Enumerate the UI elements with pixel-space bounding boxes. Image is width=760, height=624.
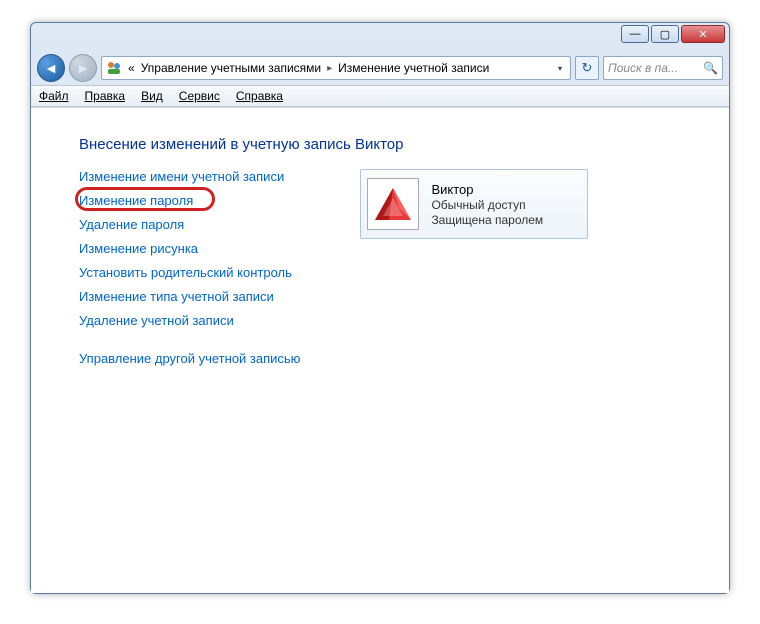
search-input[interactable]: Поиск в па... 🔍	[603, 56, 723, 80]
menu-file[interactable]: Файл	[39, 89, 69, 103]
menu-edit[interactable]: Правка	[85, 89, 126, 103]
nav-row: ◄ ► « Управление учетными записями ▸ Изм…	[31, 51, 729, 85]
back-button[interactable]: ◄	[37, 54, 65, 82]
search-placeholder: Поиск в па...	[608, 61, 678, 75]
close-button[interactable]: ✕	[681, 25, 725, 43]
origami-bird-icon	[369, 180, 417, 228]
search-icon: 🔍	[703, 61, 718, 75]
menu-view[interactable]: Вид	[141, 89, 163, 103]
avatar	[367, 178, 419, 230]
breadcrumb-chevrons: «	[128, 61, 135, 75]
link-change-password[interactable]: Изменение пароля	[79, 193, 300, 208]
menu-tools[interactable]: Сервис	[179, 89, 220, 103]
user-card: Виктор Обычный доступ Защищена паролем	[360, 169, 588, 239]
user-info: Виктор Обычный доступ Защищена паролем	[431, 182, 543, 227]
accounts-icon	[106, 60, 122, 76]
link-remove-password[interactable]: Удаление пароля	[79, 217, 300, 232]
explorer-window: — ▢ ✕ ◄ ► « Управление учетными записями…	[30, 22, 730, 594]
link-change-picture[interactable]: Изменение рисунка	[79, 241, 300, 256]
minimize-button[interactable]: —	[621, 25, 649, 43]
link-delete-account[interactable]: Удаление учетной записи	[79, 313, 300, 328]
link-change-name[interactable]: Изменение имени учетной записи	[79, 169, 300, 184]
refresh-button[interactable]: ↻	[575, 56, 599, 80]
address-dropdown-icon[interactable]: ▾	[554, 64, 566, 73]
titlebar: — ▢ ✕	[31, 23, 729, 51]
user-name: Виктор	[431, 182, 543, 197]
breadcrumb-seg-2[interactable]: Изменение учетной записи	[338, 61, 489, 75]
menu-help[interactable]: Справка	[236, 89, 283, 103]
user-protection: Защищена паролем	[431, 213, 543, 227]
forward-button[interactable]: ►	[69, 54, 97, 82]
menu-bar: Файл Правка Вид Сервис Справка	[31, 85, 729, 107]
address-bar[interactable]: « Управление учетными записями ▸ Изменен…	[101, 56, 571, 80]
link-manage-other[interactable]: Управление другой учетной записью	[79, 351, 300, 366]
content-area: Внесение изменений в учетную запись Викт…	[31, 107, 729, 593]
link-change-type[interactable]: Изменение типа учетной записи	[79, 289, 300, 304]
action-link-list: Изменение имени учетной записи Изменение…	[79, 169, 300, 366]
breadcrumb-sep-icon: ▸	[327, 63, 332, 74]
maximize-button[interactable]: ▢	[651, 25, 679, 43]
user-role: Обычный доступ	[431, 198, 543, 212]
link-parental-control[interactable]: Установить родительский контроль	[79, 265, 300, 280]
breadcrumb-seg-1[interactable]: Управление учетными записями	[141, 61, 321, 75]
page-title: Внесение изменений в учетную запись Викт…	[79, 136, 709, 153]
